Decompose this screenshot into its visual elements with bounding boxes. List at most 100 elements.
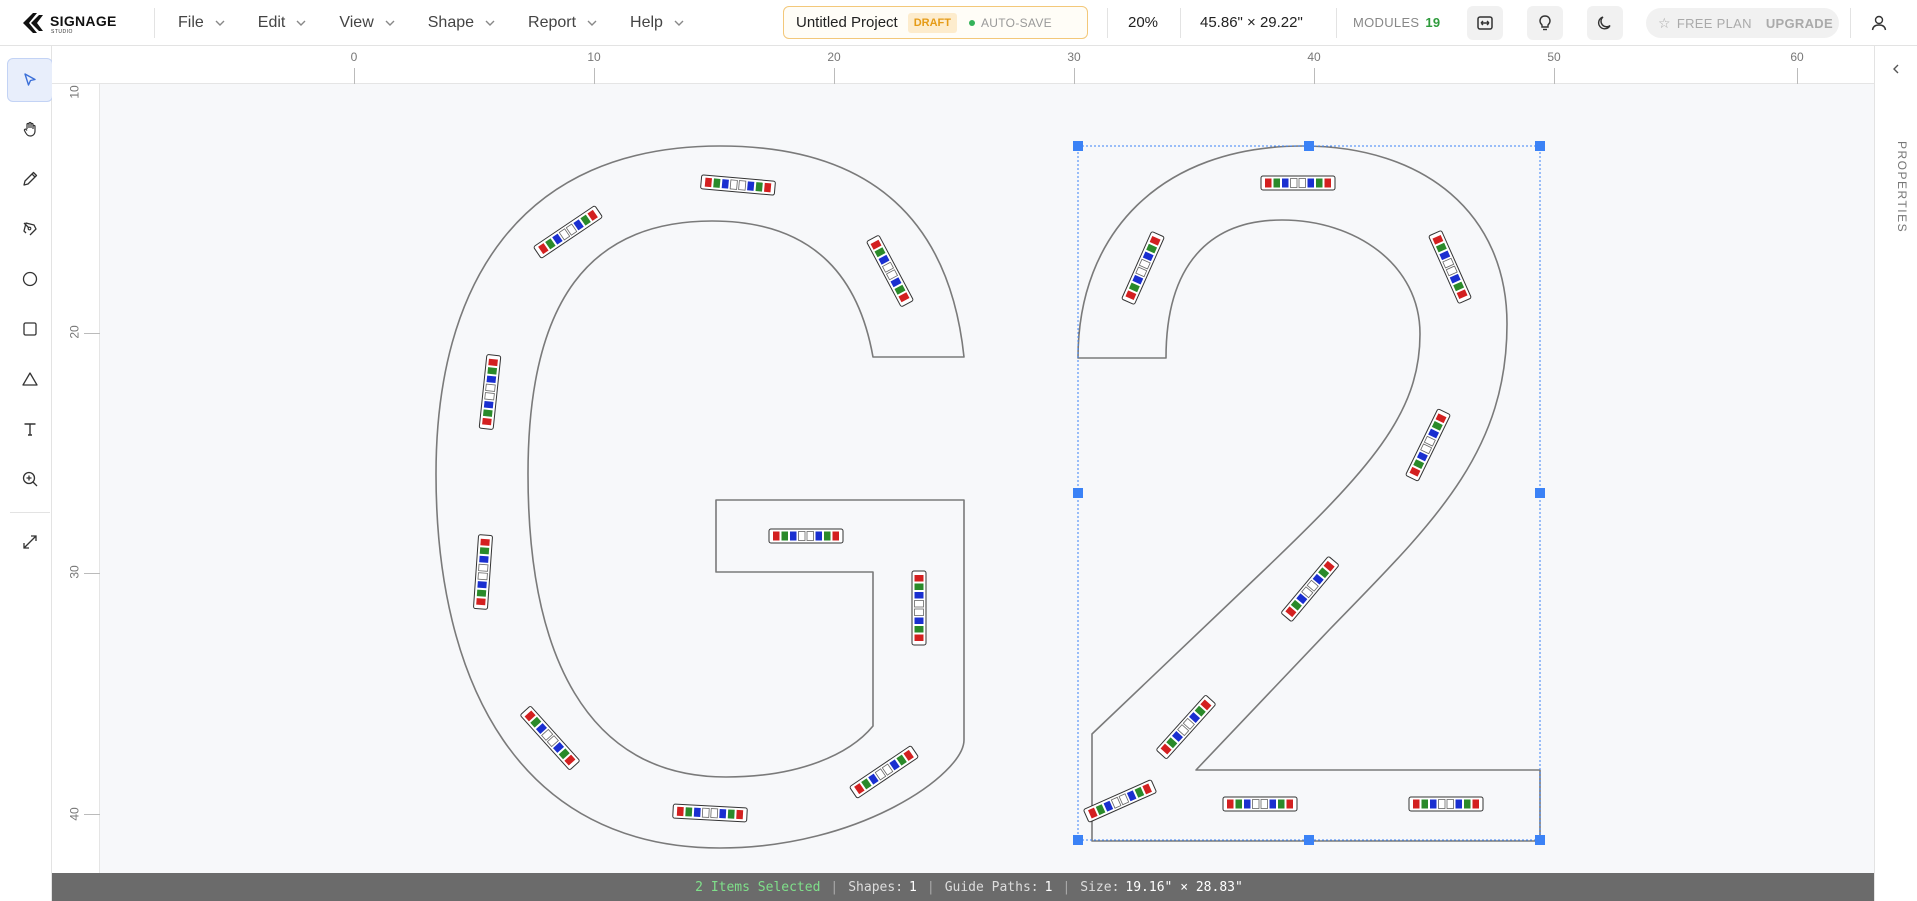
- tool-pencil[interactable]: [7, 157, 53, 201]
- menu-view[interactable]: View: [339, 14, 395, 32]
- led-module[interactable]: [473, 534, 493, 610]
- led-module[interactable]: [849, 745, 919, 799]
- led-module[interactable]: [520, 706, 580, 770]
- resize-handle[interactable]: [1073, 488, 1083, 498]
- vertical-ruler[interactable]: 10 20 30 40: [52, 84, 100, 873]
- zoom-level[interactable]: 20%: [1128, 14, 1158, 31]
- user-menu-button[interactable]: [1862, 6, 1896, 40]
- selection-handles[interactable]: [1073, 141, 1545, 845]
- horizontal-ruler[interactable]: 0 10 20 30 40 50 60: [52, 46, 1874, 84]
- ruler-label: 50: [1547, 50, 1561, 64]
- tool-zoom[interactable]: [7, 457, 53, 501]
- upgrade-button[interactable]: UPGRADE: [1766, 16, 1833, 31]
- led-module[interactable]: [1121, 231, 1165, 305]
- resize-handle[interactable]: [1304, 141, 1314, 151]
- led-module[interactable]: [1222, 796, 1298, 812]
- led-module[interactable]: [533, 205, 603, 259]
- properties-label[interactable]: PROPERTIES: [1885, 141, 1909, 233]
- tips-button[interactable]: [1527, 6, 1563, 40]
- menu-shape[interactable]: Shape: [428, 14, 496, 32]
- led-module[interactable]: [478, 354, 502, 430]
- plan-label: FREE PLAN: [1676, 15, 1752, 31]
- ruler-label: 10: [587, 50, 601, 64]
- plan-badge[interactable]: ☆ FREE PLAN UPGRADE: [1646, 8, 1839, 38]
- ruler-tick: [354, 68, 355, 84]
- led-module[interactable]: [672, 803, 748, 823]
- menu-edit[interactable]: Edit: [258, 14, 308, 32]
- theme-toggle-button[interactable]: [1587, 6, 1623, 40]
- menu-help[interactable]: Help: [630, 14, 685, 32]
- chevron-left-icon[interactable]: [1889, 62, 1903, 76]
- tool-pan[interactable]: [7, 107, 53, 151]
- resize-handle[interactable]: [1073, 141, 1083, 151]
- menu-label: Shape: [427, 14, 475, 31]
- tool-fit[interactable]: [7, 520, 53, 564]
- tool-triangle[interactable]: [7, 357, 53, 401]
- app-logo[interactable]: SIGNAGE STUDIO: [20, 8, 135, 38]
- ruler-tick: [1074, 68, 1075, 84]
- pointer-icon: [24, 73, 36, 86]
- status-bar: 2 Items Selected | Shapes: 1 | Guide Path…: [64, 873, 1874, 901]
- autosave-dot-icon: [969, 19, 975, 26]
- resize-handle[interactable]: [1535, 141, 1545, 151]
- autosave-label: AUTO-SAVE: [981, 15, 1052, 30]
- chevron-down-icon: [485, 20, 495, 26]
- ruler-label: 30: [1067, 50, 1081, 64]
- main-menu: File Edit View Shape Report Help: [178, 0, 717, 46]
- tool-text[interactable]: [7, 407, 53, 451]
- led-module[interactable]: [768, 528, 844, 544]
- led-module[interactable]: [700, 174, 776, 196]
- canvas-drawing[interactable]: [100, 84, 1874, 873]
- led-module[interactable]: [1260, 175, 1336, 191]
- pen-tool-icon: [23, 222, 37, 236]
- project-name[interactable]: Untitled Project: [796, 14, 898, 31]
- resize-handle[interactable]: [1304, 835, 1314, 845]
- top-bar: SIGNAGE STUDIO File Edit View Shape Repo…: [0, 0, 1917, 46]
- menu-report[interactable]: Report: [528, 14, 598, 32]
- design-canvas[interactable]: [100, 84, 1874, 873]
- menu-label: Help: [630, 14, 663, 31]
- ruler-label: 20: [827, 50, 841, 64]
- chevron-down-icon: [296, 20, 306, 26]
- shapes-value: 1: [909, 879, 917, 895]
- star-icon: ☆: [1658, 14, 1671, 31]
- guide-paths-label: Guide Paths:: [944, 879, 1039, 895]
- led-module[interactable]: [866, 235, 914, 307]
- ruler-label: 60: [1790, 50, 1804, 64]
- resize-handle[interactable]: [1535, 488, 1545, 498]
- text-icon: [24, 423, 36, 436]
- zoom-in-icon: [22, 471, 38, 487]
- led-module[interactable]: [911, 570, 927, 646]
- project-info[interactable]: Untitled Project DRAFT AUTO-SAVE: [783, 6, 1088, 39]
- modules-label: MODULES: [1353, 15, 1420, 30]
- led-module[interactable]: [1408, 796, 1484, 812]
- shapes-label: Shapes:: [848, 879, 904, 895]
- selection-count: 2 Items Selected: [695, 879, 821, 895]
- tool-ellipse[interactable]: [7, 257, 53, 301]
- lightbulb-icon: [1539, 15, 1551, 31]
- menu-label: Report: [528, 14, 577, 31]
- circle-icon: [22, 271, 38, 287]
- tool-pen[interactable]: [7, 207, 53, 251]
- led-module[interactable]: [1281, 556, 1339, 622]
- signage-logo-icon: [23, 13, 43, 33]
- resize-handle[interactable]: [1073, 835, 1083, 845]
- led-module[interactable]: [1405, 408, 1451, 482]
- fit-width-button[interactable]: [1467, 6, 1503, 40]
- tool-select[interactable]: [7, 58, 53, 102]
- led-module[interactable]: [1428, 230, 1472, 304]
- ruler-label: 20: [67, 325, 82, 339]
- size-label: Size:: [1080, 879, 1120, 895]
- tool-palette: [0, 46, 53, 901]
- menu-file[interactable]: File: [178, 14, 226, 32]
- square-icon: [23, 322, 37, 336]
- divider: [10, 512, 50, 513]
- resize-handle[interactable]: [1535, 835, 1545, 845]
- ruler-label: 40: [67, 807, 82, 821]
- properties-panel[interactable]: PROPERTIES: [1874, 46, 1917, 901]
- led-module[interactable]: [1083, 779, 1157, 823]
- ruler-label: 30: [67, 565, 82, 579]
- tool-rectangle[interactable]: [7, 307, 53, 351]
- led-module[interactable]: [1156, 695, 1216, 759]
- autosave-indicator: AUTO-SAVE: [969, 16, 1052, 30]
